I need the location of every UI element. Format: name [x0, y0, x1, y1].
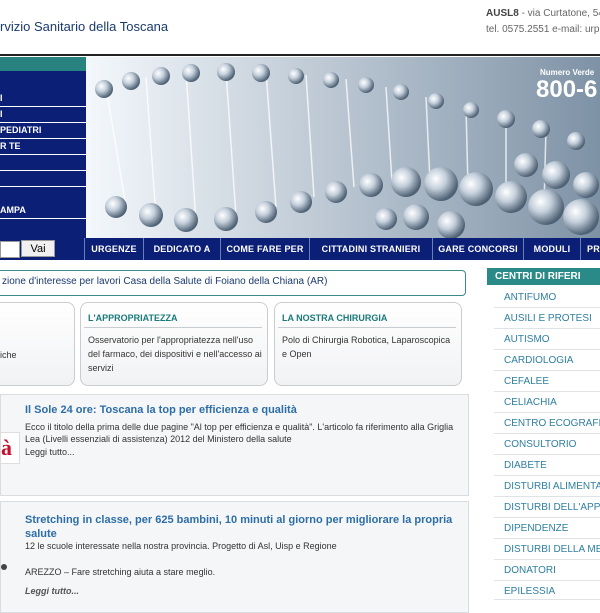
centri-item[interactable]: DISTURBI DELLA ME [494, 540, 600, 560]
nav-tab-urgenze[interactable]: URGENZE [84, 238, 143, 260]
bullet-icon [1, 564, 7, 570]
centri-item[interactable]: CENTRO ECOGRAFIC [494, 414, 600, 434]
dna-banner-image [86, 57, 600, 238]
left-menu-item[interactable]: R TE [0, 139, 86, 155]
centri-item[interactable]: DIPENDENZE [494, 519, 600, 539]
left-menu-item[interactable]: I [0, 91, 86, 107]
feature-box[interactable] [0, 302, 75, 386]
read-more-link[interactable]: Leggi tutto... [25, 586, 79, 596]
nav-tab-come-fare-per[interactable]: COME FARE PER [220, 238, 309, 260]
centri-item[interactable]: AUTISMO [494, 330, 600, 350]
article-text-2: AREZZO – Fare stretching aiuta a stare m… [25, 567, 216, 577]
ausl-address: AUSL8 - via Curtatone, 54 [486, 8, 600, 19]
left-menu: I I PEDIATRI R TE AMPA [0, 57, 86, 238]
centri-item[interactable]: AUSILI E PROTESI [494, 309, 600, 329]
feature-box-text: Polo di Chirurgia Robotica, Laparoscopic… [282, 335, 451, 359]
read-more-link[interactable]: Leggi tutto... [25, 447, 75, 457]
search-button[interactable]: Vai [21, 240, 55, 257]
centri-riferimento-header: CENTRI DI RIFERI [487, 268, 600, 285]
left-menu-item[interactable]: PEDIATRI [0, 123, 86, 139]
newspaper-logo: à [0, 432, 20, 464]
ticker-link[interactable]: zione d'interesse per lavori Casa della … [2, 276, 327, 287]
article-title[interactable]: Stretching in classe, per 625 bambini, 1… [25, 513, 455, 541]
feature-box-title: LA NOSTRA CHIRURGIA [282, 313, 388, 323]
left-menu-item[interactable] [0, 171, 86, 187]
feature-box-text: Osservatorio per l'appropriatezza nell'u… [88, 335, 262, 373]
ausl-street: - via Curtatone, 54 [518, 8, 600, 19]
nav-tab-moduli[interactable]: MODULI [523, 238, 580, 260]
centri-item[interactable]: EPILESSIA [494, 582, 600, 600]
nav-tab-dedicato-a[interactable]: DEDICATO A [143, 238, 220, 260]
centri-item[interactable]: CARDIOLOGIA [494, 351, 600, 371]
site-title[interactable]: rvizio Sanitario della Toscana [0, 19, 168, 34]
article-text: Ecco il titolo della prima delle due pag… [25, 422, 454, 444]
feature-box-text: iche [0, 350, 17, 360]
ausl-contacts: tel. 0575.2551 e-mail: urp@ [486, 24, 600, 35]
left-menu-header [0, 57, 86, 71]
logo-letter: à [1, 435, 12, 460]
centri-item[interactable]: DISTURBI ALIMENTA [494, 477, 600, 497]
ausl-name: AUSL8 [486, 8, 519, 19]
centri-item[interactable]: DONATORI [494, 561, 600, 581]
feature-box-title: L'APPROPRIATEZZA [88, 313, 178, 323]
left-menu-item[interactable]: I [0, 107, 86, 123]
centri-item[interactable]: DISTURBI DELL'APPR [494, 498, 600, 518]
nav-tab-truncated[interactable]: PR [580, 238, 600, 260]
article-thumbnail-icon [0, 559, 10, 570]
left-menu-item[interactable] [0, 155, 86, 171]
nav-tab-gare-concorsi[interactable]: GARE CONCORSI [432, 238, 523, 260]
search-input[interactable] [0, 241, 20, 258]
article-text: 12 le scuole interessate nella nostra pr… [25, 541, 337, 551]
numero-verde-number: 800-6 [536, 76, 598, 103]
centri-item[interactable]: DIABETE [494, 456, 600, 476]
centri-item[interactable]: ANTIFUMO [494, 288, 600, 308]
article-title[interactable]: Il Sole 24 ore: Toscana la top per effic… [25, 403, 455, 417]
centri-item[interactable]: CELIACHIA [494, 393, 600, 413]
dna-helix-illustration [86, 57, 600, 238]
divider [278, 327, 456, 328]
left-menu-item[interactable]: AMPA [0, 203, 86, 219]
nav-tab-cittadini-stranieri[interactable]: CITTADINI STRANIERI [309, 238, 432, 260]
divider [84, 327, 262, 328]
header-divider [0, 54, 600, 56]
centri-item[interactable]: CONSULTORIO [494, 435, 600, 455]
centri-item[interactable]: CEFALEE [494, 372, 600, 392]
